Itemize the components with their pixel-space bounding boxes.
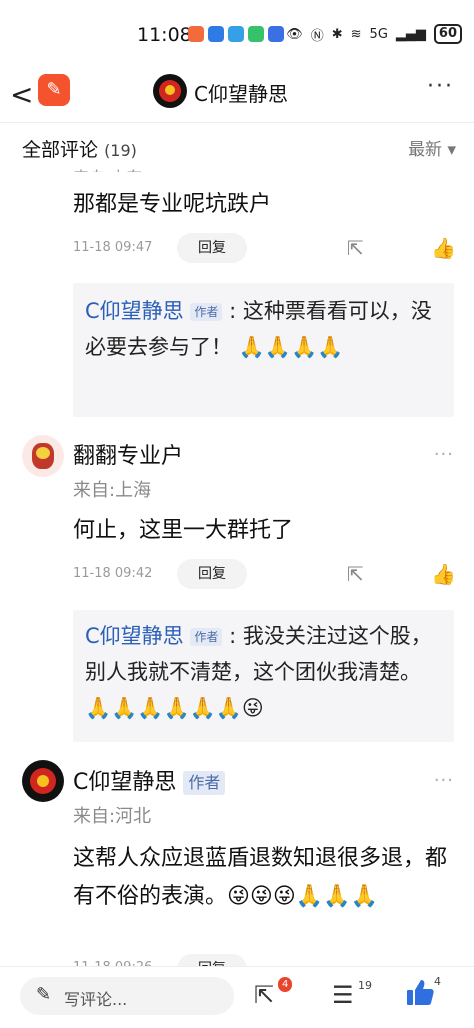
comment-time: 11-18 09:42 (73, 566, 153, 581)
top-header: < ✎ C仰望静思 ··· (0, 70, 474, 120)
status-time: 11:08 (137, 24, 192, 46)
share-icon[interactable]: ⇱ (347, 562, 364, 586)
tab-all-label: 全部评论 (22, 139, 99, 161)
eye-icon: 👁 (286, 26, 303, 42)
comments-count: 19 (358, 979, 372, 992)
comment-count: (19) (104, 141, 137, 160)
battery-indicator: 60 (433, 24, 462, 44)
clipped-source-text: 来自:山东 (73, 164, 142, 172)
author-avatar[interactable] (22, 760, 64, 802)
share-badge: 4 (278, 977, 293, 992)
comment-location: 来自:上海 (73, 480, 152, 501)
comment-text: 那都是专业呢坑跌户 (73, 192, 272, 217)
page-title: C仰望静思 (194, 82, 288, 106)
back-arrow-icon[interactable]: < (10, 78, 33, 111)
app-notification-icon (268, 26, 284, 42)
comment-more-icon[interactable]: ··· (434, 770, 454, 791)
share-icon[interactable]: ⇱ (347, 236, 364, 260)
author-avatar[interactable] (153, 74, 187, 108)
comment-text: 这帮人众应退蓝盾退数知退很多退，都有不俗的表演。😜😜😜🙏🙏🙏 (73, 846, 448, 909)
comment-username[interactable]: 翻翻专业户 (73, 438, 183, 470)
network-label: 5G (369, 26, 388, 42)
app-logo-icon[interactable]: ✎ (38, 74, 70, 106)
quoted-reply-body: C仰望静思 作者 : 这种票看看可以，没必要去参与了！ 🙏🙏🙏🙏 (85, 293, 445, 365)
app-notification-icon (228, 26, 244, 42)
author-tag: 作者 (183, 771, 226, 795)
notification-icons (188, 26, 284, 42)
reply-button[interactable]: 回复 (177, 559, 247, 589)
app-notification-icon (188, 26, 204, 42)
pen-icon: ✎ (36, 984, 52, 1005)
bottom-action-bar: ✎ 写评论... ⇱ 4 ☰ 19 4 (0, 966, 474, 1028)
comment-location: 来自:河北 (73, 806, 152, 827)
comment-tabbar: 全部评论 (19) 最新 ▾ (0, 122, 474, 169)
more-options-icon[interactable]: ··· (427, 74, 454, 99)
quoted-author[interactable]: C仰望静思 (85, 299, 184, 323)
app-notification-icon (208, 26, 224, 42)
tab-all-comments[interactable]: 全部评论 (19) (22, 135, 137, 162)
comment-more-icon[interactable]: ··· (434, 444, 454, 465)
author-tag: 作者 (190, 628, 223, 646)
comment-username-text: C仰望静思 (73, 770, 177, 795)
like-count: 4 (434, 975, 441, 988)
app-notification-icon (248, 26, 264, 42)
share-icon[interactable]: ⇱ (254, 981, 274, 1009)
author-tag: 作者 (190, 303, 223, 321)
comment-username[interactable]: C仰望静思 作者 (73, 764, 226, 796)
wifi-icon: ≋ (350, 26, 362, 42)
comment-time: 11-18 09:47 (73, 240, 153, 255)
reply-button[interactable]: 回复 (177, 233, 247, 263)
status-bar: 11:08 👁 Ⓝ ✱ ≋ 5G ▂▄▆ 60 (0, 0, 474, 70)
like-filled-icon[interactable] (404, 977, 436, 1009)
write-comment-input[interactable]: ✎ 写评论... (20, 977, 234, 1015)
write-comment-placeholder: 写评论... (64, 990, 128, 1009)
like-icon[interactable]: 👍 (431, 562, 456, 586)
system-indicators: 👁 Ⓝ ✱ ≋ 5G ▂▄▆ 60 (286, 24, 462, 44)
bluetooth-icon: ✱ (331, 26, 343, 42)
nfc-icon: Ⓝ (310, 28, 324, 44)
comments-icon[interactable]: ☰ (332, 981, 354, 1009)
quoted-reply-body: C仰望静思 作者 : 我没关注过这个股，别人我就不清楚，这个团伙我清楚。🙏🙏🙏🙏… (85, 618, 445, 726)
quoted-reply[interactable]: C仰望静思 作者 : 我没关注过这个股，别人我就不清楚，这个团伙我清楚。🙏🙏🙏🙏… (73, 610, 454, 742)
comment-text: 何止，这里一大群托了 (73, 518, 294, 543)
like-icon[interactable]: 👍 (431, 236, 456, 260)
user-avatar[interactable] (22, 435, 64, 477)
quoted-reply[interactable]: C仰望静思 作者 : 这种票看看可以，没必要去参与了！ 🙏🙏🙏🙏 (73, 283, 454, 417)
quoted-author[interactable]: C仰望静思 (85, 624, 184, 648)
sort-dropdown[interactable]: 最新 ▾ (408, 135, 456, 160)
signal-icon: ▂▄▆ (395, 26, 426, 42)
